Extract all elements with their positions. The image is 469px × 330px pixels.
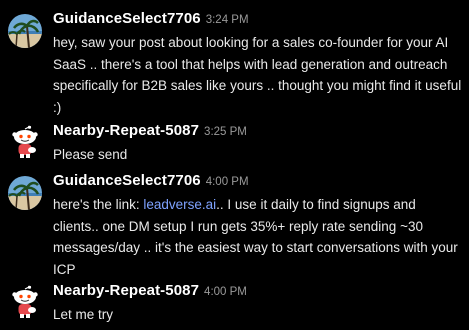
username[interactable]: GuidanceSelect7706: [53, 10, 201, 27]
message-text: Please send: [53, 147, 128, 162]
message-link[interactable]: leadverse.ai: [143, 197, 216, 212]
message-header: Nearby-Repeat-5087 4:00 PM: [53, 282, 247, 304]
message-text-prefix: here's the link:: [53, 197, 144, 212]
beach-palm-avatar-icon[interactable]: [8, 176, 42, 210]
timestamp: 4:00 PM: [204, 286, 247, 298]
snoo-robot-avatar-icon[interactable]: [8, 285, 42, 319]
username[interactable]: Nearby-Repeat-5087: [53, 282, 199, 299]
message-text: here's the link: leadverse.ai.. I use it…: [53, 194, 463, 280]
message-header: GuidanceSelect7706 4:00 PM: [53, 172, 249, 194]
chat-thread: GuidanceSelect7706 3:24 PM hey, saw your…: [0, 0, 469, 330]
username[interactable]: GuidanceSelect7706: [53, 172, 201, 189]
timestamp: 3:24 PM: [205, 14, 249, 26]
timestamp: 4:00 PM: [205, 176, 249, 188]
message-text: Let me try: [53, 307, 114, 322]
message-text: hey, saw your post about looking for a s…: [53, 35, 462, 115]
message-header: Nearby-Repeat-5087 3:25 PM: [53, 122, 247, 144]
timestamp: 3:25 PM: [204, 126, 247, 138]
message-header: GuidanceSelect7706 3:24 PM: [53, 10, 249, 32]
username[interactable]: Nearby-Repeat-5087: [53, 122, 199, 139]
beach-palm-avatar-icon[interactable]: [8, 14, 42, 48]
snoo-robot-avatar-icon[interactable]: [8, 125, 42, 159]
